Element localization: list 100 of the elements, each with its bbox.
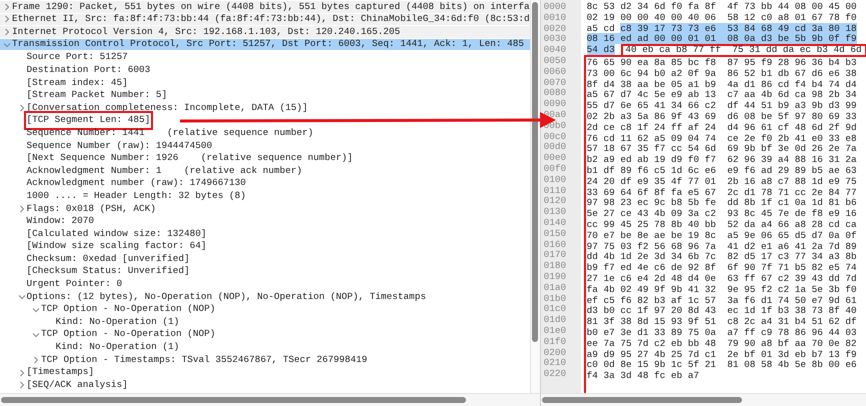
hex-offset: 0190 [544, 272, 568, 283]
hex-bytes: 54 d3 [586, 44, 615, 56]
tree-item[interactable]: Kind: No-Operation (1) [0, 341, 530, 354]
tree-item[interactable]: [Conversation completeness: Incomplete, DATA (15)] [0, 102, 530, 114]
hex-offset: 0020 [544, 24, 568, 34]
tree-item[interactable]: [Window size scaling factor: 64] [0, 240, 530, 253]
hex-bytes: b0 e7 3e d1 33 89 75 0a a7 ff c9 78 86 96 44 03 [586, 328, 858, 339]
hex-bytes: 02 2b a3 5a 86 9f 43 69 d6 08 be 5f 97 80 69 33 [586, 112, 858, 123]
tree-item[interactable]: [Stream index: 45] [0, 76, 530, 90]
hex-offset: 0100 [544, 174, 568, 186]
hex-bytes: 8c 53 d2 34 6d f0 fa 8f 4f 73 bb 44 08 00 45 00 [586, 1, 857, 12]
tree-item[interactable]: Urgent Pointer: 0 [0, 278, 530, 291]
tree-item[interactable]: Acknowledgment number (raw): 1749667130 [0, 177, 530, 190]
hex-offset: 01a0 [544, 282, 568, 294]
tree-item[interactable]: Frame 1290: Packet, 551 bytes on wire (4408 bits), 551 bytes captured (4408 bits) on interfa [0, 1, 530, 14]
hex-offset: 0120 [544, 196, 568, 208]
tree-item[interactable]: Checksum: 0xedad [unverified] [0, 252, 530, 266]
hex-bytes: 97 75 03 f2 56 68 96 7a 41 d2 e1 a6 41 2a 7d 89 [586, 242, 858, 252]
tree-item[interactable]: Options: (12 bytes), No-Operation (NOP), No-Operation (NOP), Timestamps [0, 290, 530, 304]
tree-item[interactable]: Acknowledgment Number: 1 (relative ack number) [0, 164, 530, 178]
hex-bytes: a9 d9 95 27 4b 25 7d c1 2e bf 01 3d eb b7 13 f9 [586, 350, 858, 360]
tree-item[interactable]: TCP Option - Timestamps: TSval 3552467867, TSecr 267998419 [0, 354, 530, 366]
tree-item[interactable]: Sequence Number (raw): 1944474500 [0, 140, 530, 152]
tree-item[interactable]: [Stream Packet Number: 5] [0, 89, 530, 102]
hex-bytes: 8f d4 38 aa be 05 a1 b9 4a d1 86 cd f4 b4 74 d4 [586, 80, 858, 90]
hex-bytes: d3 b0 cc 1f 97 20 8d 43 ec 1d 1f b3 38 73 8f 40 [586, 306, 858, 317]
hex-bytes: 97 98 23 ec 9c b8 5b fe dd 8b 1f c1 0a 1d 81 b6 [586, 198, 858, 209]
tree-item[interactable]: [Calculated window size: 132480] [0, 228, 530, 240]
hex-bytes: 27 1e c6 e4 2d 48 d4 0e 63 ff 67 c2 39 43 dd 7d [586, 274, 858, 285]
hex-bytes: ef c5 f6 82 b3 af 1c 57 3a f6 d1 74 50 e7 9d 61 [586, 296, 858, 306]
chevron-icon[interactable] [2, 2, 12, 12]
hex-offset: 00c0 [544, 132, 568, 142]
hex-bytes: 70 e7 be 8e ae be 19 8c a5 9e 06 65 d5 d7 0a 0f [586, 230, 858, 242]
hex-offset: 0070 [544, 78, 568, 88]
hex-offset: 01d0 [544, 315, 568, 326]
hex-bytes: b2 a9 ed ab 19 d9 f0 f7 62 96 39 a4 88 16 31 2a [586, 155, 858, 166]
hex-offset: 00e0 [544, 153, 568, 164]
chevron-icon[interactable] [31, 354, 41, 365]
horizontal-scrollbar[interactable] [540, 393, 866, 406]
tree-item[interactable]: Source Port: 51257 [0, 51, 530, 64]
tree-item[interactable]: Sequence Number: 1441 (relative sequence number) [0, 126, 530, 140]
hex-offset: 0090 [544, 99, 568, 110]
hex-offset: 01b0 [544, 294, 568, 304]
hex-bytes: a5 67 d7 4c 5e e9 ab 13 c7 aa 4b 6d ca 98 2b 34 [586, 90, 858, 101]
hex-offset: 0180 [544, 261, 568, 272]
vertical-scrollbar[interactable] [530, 0, 540, 393]
hex-bytes: 02 19 00 00 40 00 40 06 58 12 c0 a8 01 67 78 f0 [586, 12, 857, 23]
tree-item[interactable]: Window: 2070 [0, 215, 530, 228]
tree-item[interactable]: [TCP Segment Len: 485] [0, 114, 530, 127]
hex-offset: 0200 [544, 348, 568, 358]
hex-bytes: 57 18 67 35 f7 cc 54 6d 69 9b bf 3e 0d 26 2e 7a [586, 144, 858, 155]
tree-item[interactable]: [Next Sequence Number: 1926 (relative sequence number)] [0, 152, 530, 165]
hex-bytes: dd 4b 1d 2e 3d 34 6b 7c 82 d5 17 c3 77 34 a3 8b [586, 252, 858, 263]
hex-offset: 0000 [544, 2, 568, 13]
hex-bytes: 55 d7 6e 65 41 34 66 c2 df 44 51 b9 a3 9b d3 99 [586, 101, 858, 112]
hex-offset: 0220 [544, 369, 568, 380]
chevron-icon[interactable] [2, 14, 12, 24]
hex-bytes: 76 65 90 ea 8a 85 bc f8 87 95 f9 28 96 36 b4 b3 [586, 58, 858, 69]
hex-offset: 0110 [544, 186, 568, 196]
hex-offset: 0050 [544, 56, 568, 67]
hex-bytes: b9 f7 ed 4e c6 de 92 8f 6f 90 7f 71 b5 82 e5 74 [586, 263, 858, 274]
hex-bytes: 73 00 6c 94 b0 a2 0f 9a 86 52 b1 db 67 d6 e6 38 [586, 68, 858, 80]
hex-bytes: 5e 27 ce 43 4b 09 3a c2 93 8c 45 7e de f8 e9 16 [586, 209, 858, 220]
hex-bytes: 81 3f 38 8d 15 93 9f 51 c8 2c a4 31 b4 51 62 df [586, 317, 858, 328]
hex-bytes: 24 20 df e9 35 4f 77 01 2b 16 a8 c7 88 1d e9 75 [586, 176, 858, 188]
hex-bytes: 2d ce c8 1f 24 ff af 24 d4 96 61 cf 48 6d 2f 9d [586, 122, 858, 134]
hex-offset: 0170 [544, 250, 568, 262]
hex-offset: 00d0 [544, 142, 568, 154]
tree-item[interactable]: Flags: 0x018 (PSH, ACK) [0, 202, 530, 216]
hex-bytes: fa 4b 02 49 9f 9b 41 32 9e 95 f2 c2 1a 5e 3b f0 [586, 284, 858, 296]
hex-offset: 01e0 [544, 326, 568, 337]
hex-bytes: 76 cd 11 62 a5 09 04 74 ce 2e f0 2b 41 e0 33 e8 [586, 134, 858, 144]
hex-bytes: cc 99 45 25 78 8b 40 bb 52 da a4 66 a8 28 cd ca [586, 220, 858, 231]
hex-offset: 01c0 [544, 304, 568, 315]
tree-item[interactable]: [SEQ/ACK analysis] [0, 378, 530, 392]
tree-item[interactable]: TCP Option - No-Operation (NOP) [0, 328, 530, 342]
tree-item[interactable]: Ethernet II, Src: fa:8f:4f:73:bb:44 (fa:8f:4f:73:bb:44), Dst: ChinaMobileG_34:6d:f0 (8c:53:d [0, 14, 530, 26]
hex-bytes: f4 3a 3d 48 fc eb a7 [586, 371, 700, 382]
tree-item[interactable]: TCP Option - No-Operation (NOP) [0, 303, 530, 316]
tree-item[interactable]: Internet Protocol Version 4, Src: 192.168.1.103, Dst: 120.240.165.205 [0, 26, 530, 39]
hex-bytes: 33 69 64 6f 8f fa e5 67 2c d1 78 71 cc 2e 84 77 [586, 188, 858, 198]
tree-item[interactable]: 1000 .... = Header Length: 32 bytes (8) [0, 190, 530, 202]
hex-offset: 00f0 [544, 164, 568, 175]
hex-offset: 01f0 [544, 336, 568, 348]
hex-bytes: b1 df 89 f6 c5 1d 6c e6 e9 f6 ad 29 89 b5 ae 63 [586, 166, 858, 177]
hex-offset: 0060 [544, 66, 568, 78]
hex-offset: 0150 [544, 228, 568, 240]
tree-item[interactable]: Destination Port: 6003 [0, 64, 530, 77]
hex-offset: 0030 [544, 34, 568, 46]
hex-bytes: c0 0d 8e 15 9b 1c 5f 21 81 08 58 4b 5e 8b 00 e6 [586, 360, 858, 371]
tree-item[interactable]: [Checksum Status: Unverified] [0, 265, 530, 278]
hex-offset: 0140 [544, 218, 568, 229]
hex-bytes: a5 cd [586, 22, 615, 34]
hex-offset: 0210 [544, 358, 568, 370]
tree-item[interactable]: Kind: No-Operation (1) [0, 316, 530, 328]
tree-item[interactable]: [Timestamps] [0, 366, 530, 379]
hex-offset: 0040 [544, 45, 568, 56]
tree-item[interactable]: Transmission Control Protocol, Src Port: 51257, Dst Port: 6003, Seq: 1441, Ack: 1, Len: 485 [0, 38, 530, 52]
horizontal-scrollbar[interactable] [0, 393, 540, 406]
chevron-icon[interactable] [2, 26, 12, 37]
